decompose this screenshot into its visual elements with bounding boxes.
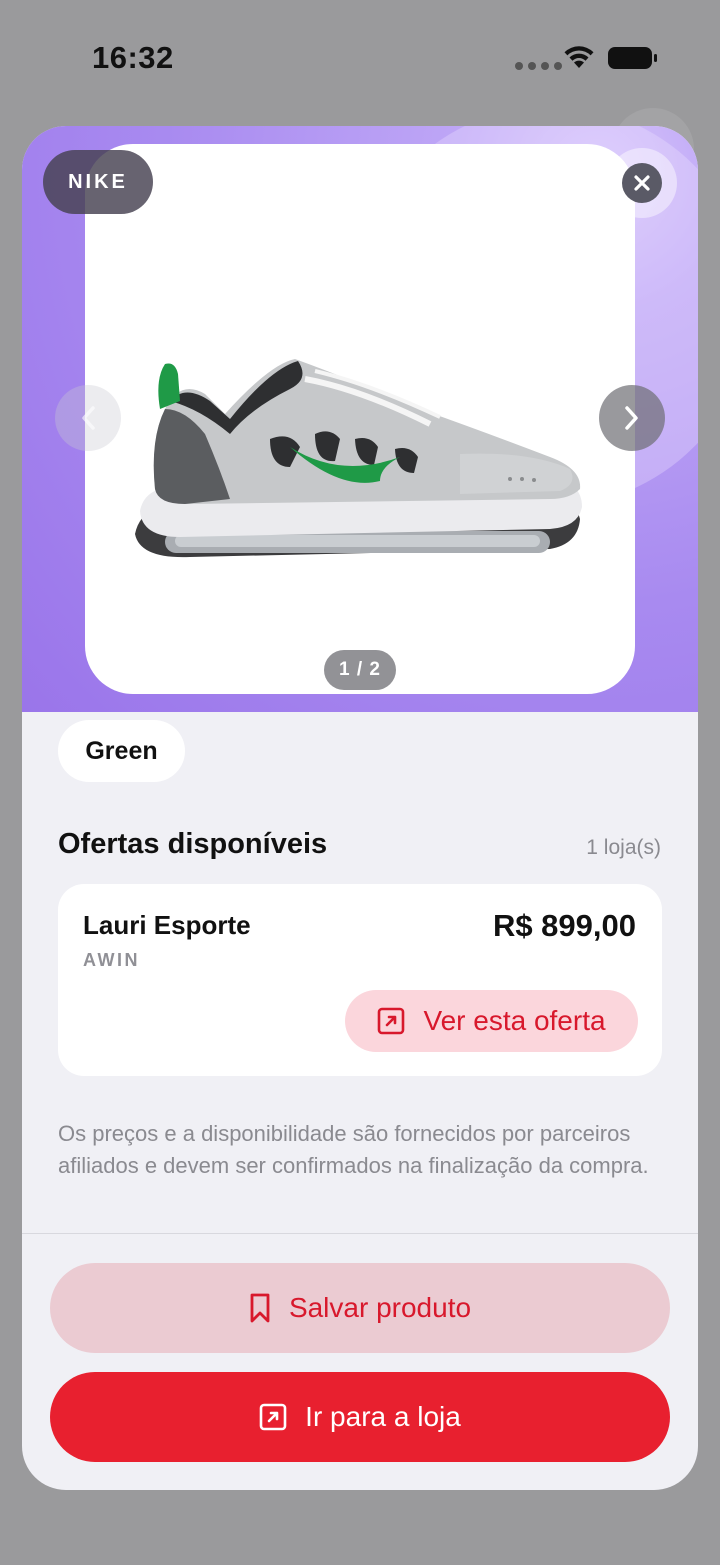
offer-price: R$ 899,00	[492, 908, 636, 943]
offers-count: 1 loja(s)	[586, 836, 661, 859]
brand-badge: NIKE	[43, 150, 153, 214]
external-link-icon	[259, 1403, 287, 1431]
view-offer-button[interactable]: Ver esta oferta	[345, 990, 638, 1052]
save-product-label: Salvar produto	[288, 1292, 472, 1323]
product-hero: NIKE 1 / 2	[22, 126, 698, 712]
product-sheet: NIKE 1 / 2 Green Ofertas disponíveis 1 l…	[22, 126, 698, 1490]
wifi-icon	[564, 46, 594, 68]
product-image-shoe	[135, 359, 582, 558]
offer-store-name: Lauri Esporte	[83, 910, 251, 940]
offers-disclaimer: Os preços e a disponibilidade são fornec…	[58, 1121, 649, 1178]
chevron-left-icon	[82, 406, 95, 430]
color-chip[interactable]: Green	[58, 720, 185, 782]
close-button[interactable]	[607, 148, 677, 218]
close-icon	[622, 163, 662, 203]
next-image-button[interactable]	[599, 385, 665, 451]
go-to-store-button[interactable]: Ir para a loja	[50, 1372, 670, 1462]
external-link-icon	[378, 1007, 405, 1035]
save-product-button[interactable]: Salvar produto	[50, 1263, 670, 1353]
divider	[22, 1233, 698, 1234]
bookmark-icon	[250, 1293, 270, 1323]
status-time: 16:32	[92, 40, 174, 75]
battery-icon	[608, 47, 657, 69]
image-page-indicator: 1 / 2	[324, 650, 396, 690]
offer-card: Lauri Esporte AWIN R$ 899,00 Ver esta of…	[58, 884, 662, 1076]
view-offer-label: Ver esta oferta	[423, 1005, 606, 1036]
chevron-right-icon	[625, 406, 638, 430]
product-image-card[interactable]	[85, 144, 635, 694]
offer-network: AWIN	[83, 950, 140, 970]
previous-image-button[interactable]	[55, 385, 121, 451]
status-bar: 16:32	[0, 0, 720, 110]
signal-dots-icon	[515, 62, 562, 70]
offers-title: Ofertas disponíveis	[58, 828, 328, 860]
go-to-store-label: Ir para a loja	[305, 1401, 461, 1432]
